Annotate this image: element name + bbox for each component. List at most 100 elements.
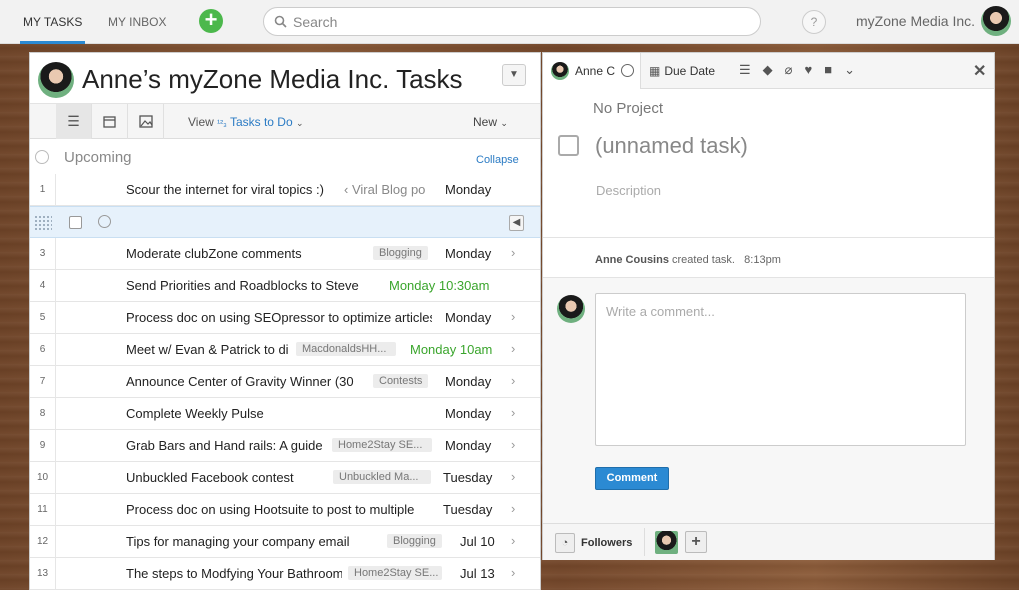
task-list-panel: Anne’s myZone Media Inc. Tasks ▼ ☰ View …: [29, 52, 541, 590]
add-task-button[interactable]: +: [199, 9, 223, 33]
due-date[interactable]: Tuesday: [443, 470, 492, 485]
task-name[interactable]: Grab Bars and Hand rails: A guide: [126, 438, 326, 453]
comment-button[interactable]: Comment: [595, 467, 669, 490]
select-checkbox[interactable]: [69, 216, 82, 229]
task-row[interactable]: 5 Process doc on using SEOpressor to opt…: [30, 302, 540, 334]
complete-task-checkbox[interactable]: [558, 135, 579, 156]
lock-icon[interactable]: ■: [824, 62, 832, 78]
collapse-link[interactable]: Collapse: [476, 154, 519, 166]
task-name[interactable]: Scour the internet for viral topics :): [126, 182, 340, 197]
due-date[interactable]: Monday 10am: [410, 342, 492, 357]
task-row[interactable]: 1 Scour the internet for viral topics :)…: [30, 174, 540, 206]
description-field[interactable]: Description: [596, 183, 661, 198]
my-inbox-tab[interactable]: MY INBOX: [108, 0, 166, 44]
assignee-button[interactable]: Anne C: [543, 53, 641, 89]
chevron-right-icon[interactable]: ›: [511, 469, 515, 484]
user-avatar[interactable]: [981, 6, 1011, 36]
chevron-right-icon[interactable]: ›: [511, 501, 515, 516]
task-name[interactable]: Announce Center of Gravity Winner (30: [126, 374, 366, 389]
project-tag[interactable]: Blogging: [387, 534, 442, 548]
org-name[interactable]: myZone Media Inc.: [856, 13, 975, 29]
due-date[interactable]: Monday 10:30am: [389, 278, 489, 293]
search-box[interactable]: [263, 7, 761, 36]
activity-user[interactable]: Anne Cousins: [595, 254, 669, 266]
due-date[interactable]: Monday: [445, 246, 491, 261]
project-tag[interactable]: Contests: [373, 374, 429, 388]
subtasks-icon[interactable]: ☰: [739, 62, 751, 78]
task-name[interactable]: Send Priorities and Roadblocks to Steve: [126, 278, 381, 293]
task-name[interactable]: Meet w/ Evan & Patrick to discuss: [126, 342, 288, 357]
follower-avatar[interactable]: [655, 531, 678, 554]
chevron-right-icon[interactable]: ›: [511, 245, 515, 260]
task-row[interactable]: 13 The steps to Modfying Your Bathroom H…: [30, 558, 540, 590]
task-row[interactable]: 7 Announce Center of Gravity Winner (30 …: [30, 366, 540, 398]
parent-task-link[interactable]: ‹ Viral Blog po: [344, 182, 432, 197]
tag-icon[interactable]: ◆: [763, 62, 773, 78]
due-date[interactable]: Monday: [445, 310, 491, 325]
my-tasks-label: MY TASKS: [23, 15, 83, 29]
complete-task-icon[interactable]: [98, 215, 111, 228]
chevron-right-icon[interactable]: ›: [511, 533, 515, 548]
task-name[interactable]: Tips for managing your company email: [126, 534, 376, 549]
close-icon[interactable]: ✕: [973, 61, 986, 81]
chevron-down-icon[interactable]: ⌄: [844, 62, 855, 78]
row-number: 1: [30, 174, 56, 206]
task-row[interactable]: 9 Grab Bars and Hand rails: A guide Home…: [30, 430, 540, 462]
chevron-left-icon[interactable]: ◀: [509, 215, 524, 231]
files-view-button[interactable]: [128, 104, 164, 139]
project-tag[interactable]: Unbuckled Ma...: [333, 470, 431, 484]
attachment-icon[interactable]: ⌀: [785, 62, 793, 78]
due-date[interactable]: Monday: [445, 374, 491, 389]
comment-input[interactable]: [595, 293, 966, 446]
chevron-right-icon[interactable]: ›: [511, 341, 515, 356]
due-date[interactable]: Monday: [445, 406, 491, 421]
project-tag[interactable]: Home2Stay SE...: [332, 438, 432, 452]
task-row-editing[interactable]: ◀: [30, 206, 540, 238]
task-row[interactable]: 12 Tips for managing your company email …: [30, 526, 540, 558]
view-selector[interactable]: View ¹²₃ Tasks to Do ⌄: [188, 115, 304, 129]
chevron-right-icon[interactable]: ›: [511, 373, 515, 388]
project-tag[interactable]: Blogging: [373, 246, 428, 260]
due-date[interactable]: Jul 13: [460, 566, 495, 581]
task-row[interactable]: 10 Unbuckled Facebook contest Unbuckled …: [30, 462, 540, 494]
heart-icon[interactable]: ♥: [804, 62, 812, 78]
help-button[interactable]: ?: [802, 10, 826, 34]
due-date[interactable]: Monday: [445, 182, 491, 197]
rss-icon: ◔: [555, 532, 575, 553]
calendar-view-button[interactable]: [92, 104, 128, 139]
project-field[interactable]: No Project: [593, 100, 663, 117]
project-tag[interactable]: Home2Stay SE...: [348, 566, 442, 580]
task-row[interactable]: 8 Complete Weekly Pulse Monday ›: [30, 398, 540, 430]
due-date[interactable]: Jul 10: [460, 534, 495, 549]
search-input[interactable]: [293, 13, 733, 30]
title-dropdown-button[interactable]: ▼: [502, 64, 526, 86]
task-name[interactable]: Complete Weekly Pulse: [126, 406, 326, 421]
followers-button[interactable]: ◔ Followers: [555, 531, 632, 554]
project-tag[interactable]: MacdonaldsHH...: [296, 342, 396, 356]
my-tasks-tab[interactable]: MY TASKS: [20, 0, 86, 44]
due-date[interactable]: Monday: [445, 438, 491, 453]
task-name[interactable]: Process doc on using Hootsuite to post t…: [126, 502, 430, 517]
chevron-right-icon[interactable]: ›: [511, 565, 515, 580]
section-complete-icon[interactable]: [35, 150, 49, 164]
task-name[interactable]: Process doc on using SEOpressor to optim…: [126, 310, 432, 325]
assignee-status-icon[interactable]: [621, 64, 634, 77]
due-date[interactable]: Tuesday: [443, 502, 492, 517]
top-bar: MY TASKS MY INBOX + ? myZone Media Inc.: [0, 0, 1019, 44]
task-row[interactable]: 6 Meet w/ Evan & Patrick to discuss Macd…: [30, 334, 540, 366]
task-row[interactable]: 4 Send Priorities and Roadblocks to Stev…: [30, 270, 540, 302]
list-view-button[interactable]: ☰: [56, 104, 92, 139]
drag-handle-icon[interactable]: [34, 215, 52, 231]
task-row[interactable]: 3 Moderate clubZone comments Blogging Mo…: [30, 238, 540, 270]
new-button[interactable]: New ⌄: [473, 115, 508, 129]
chevron-right-icon[interactable]: ›: [511, 405, 515, 420]
task-name[interactable]: Unbuckled Facebook contest: [126, 470, 326, 485]
add-follower-button[interactable]: +: [685, 531, 707, 553]
task-name[interactable]: The steps to Modfying Your Bathroom: [126, 566, 342, 581]
chevron-right-icon[interactable]: ›: [511, 437, 515, 452]
task-name-field[interactable]: (unnamed task): [595, 133, 748, 159]
chevron-right-icon[interactable]: ›: [511, 309, 515, 324]
task-row[interactable]: 11 Process doc on using Hootsuite to pos…: [30, 494, 540, 526]
task-name[interactable]: Moderate clubZone comments: [126, 246, 366, 261]
due-date-button[interactable]: ▦ Due Date: [649, 64, 715, 78]
